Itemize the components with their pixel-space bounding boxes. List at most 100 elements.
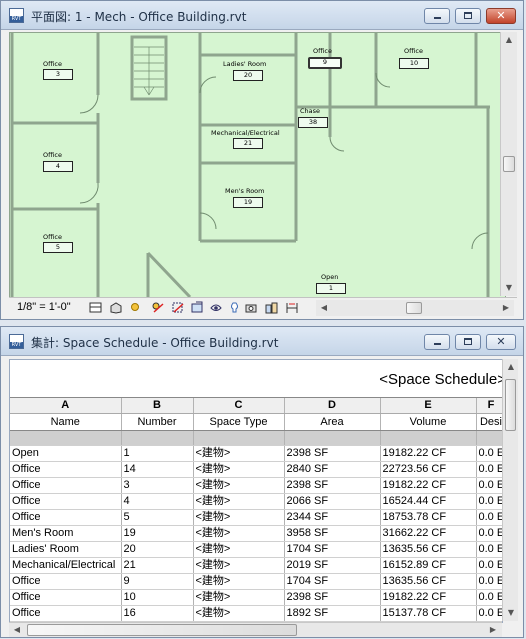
schedule-title-cell[interactable]: <Space Schedule>: [10, 360, 502, 398]
scroll-down-icon[interactable]: ▼: [503, 605, 519, 621]
column-letter[interactable]: C: [193, 398, 285, 414]
cell-space-type[interactable]: <建物>: [193, 525, 285, 542]
maximize-button[interactable]: [455, 334, 481, 350]
table-row[interactable]: Ladies' Room 20 <建物> 1704 SF 13635.56 CF 0.0 …: [10, 541, 502, 558]
scroll-up-icon[interactable]: ▲: [501, 32, 517, 48]
cell-name[interactable]: Office: [10, 461, 122, 478]
cell-volume[interactable]: 13635.56 CF: [380, 541, 477, 558]
cell-volume[interactable]: 16524.44 CF: [380, 493, 477, 510]
room-number-tag[interactable]: 4: [43, 161, 73, 172]
cell-space-type[interactable]: <建物>: [193, 477, 285, 494]
cell-space-type[interactable]: <建物>: [193, 557, 285, 574]
cell-volume[interactable]: 19182.22 CF: [380, 477, 477, 494]
scroll-thumb[interactable]: [406, 302, 422, 314]
reveal-hidden-icon[interactable]: [245, 301, 258, 314]
column-letter[interactable]: E: [380, 398, 477, 414]
cell-number[interactable]: 20: [121, 541, 194, 558]
cell-volume[interactable]: 18753.78 CF: [380, 509, 477, 526]
cell-name[interactable]: Open: [10, 445, 122, 462]
cell-number[interactable]: 9: [121, 573, 194, 590]
room-number-tag[interactable]: 3: [43, 69, 73, 80]
plan-horizontal-scrollbar[interactable]: ◀ ▶: [316, 300, 514, 316]
table-row[interactable]: Office 10 <建物> 2398 SF 19182.22 CF 0.0 E: [10, 589, 502, 606]
room-number-tag-selected[interactable]: 9: [308, 57, 342, 69]
floor-plan-canvas[interactable]: Office 3 Office 4 Office 5 Ladies' Room …: [9, 32, 506, 298]
room-number-tag[interactable]: 21: [233, 138, 263, 149]
crop-view-icon[interactable]: [171, 301, 184, 314]
column-header-area[interactable]: Area: [284, 413, 381, 431]
cell-design[interactable]: 0.0 E: [476, 493, 502, 510]
cell-area[interactable]: 2398 SF: [284, 445, 381, 462]
plan-vertical-scrollbar[interactable]: ▲ ▼: [500, 32, 517, 296]
cell-area[interactable]: 1704 SF: [284, 541, 381, 558]
table-row[interactable]: Mechanical/Electrical 21 <建物> 2019 SF 16152.…: [10, 557, 502, 574]
cell-volume[interactable]: 22723.56 CF: [380, 461, 477, 478]
cell-number[interactable]: 3: [121, 477, 194, 494]
worksharing-icon[interactable]: [265, 301, 278, 314]
show-crop-icon[interactable]: [191, 301, 204, 314]
table-row[interactable]: Office 9 <建物> 1704 SF 13635.56 CF 0.0 E: [10, 573, 502, 590]
cell-area[interactable]: 2344 SF: [284, 509, 381, 526]
cell-area[interactable]: 2019 SF: [284, 557, 381, 574]
table-row[interactable]: Office 16 <建物> 1892 SF 15137.78 CF 0.0 E: [10, 605, 502, 622]
cell-area[interactable]: 2398 SF: [284, 589, 381, 606]
cell-volume[interactable]: 19182.22 CF: [380, 445, 477, 462]
room-number-tag[interactable]: 19: [233, 197, 263, 208]
cell-design[interactable]: 0.0 E: [476, 461, 502, 478]
cell-name[interactable]: Office: [10, 605, 122, 622]
minimize-button[interactable]: [424, 334, 450, 350]
cell-design[interactable]: 0.0 E: [476, 605, 502, 622]
cell-volume[interactable]: 19182.22 CF: [380, 589, 477, 606]
cell-number[interactable]: 16: [121, 605, 194, 622]
cell-area[interactable]: 2840 SF: [284, 461, 381, 478]
cell-number[interactable]: 14: [121, 461, 194, 478]
column-header-design[interactable]: Desi: [476, 413, 502, 431]
cell-space-type[interactable]: <建物>: [193, 445, 285, 462]
room-number-tag[interactable]: 38: [298, 117, 328, 128]
scroll-up-icon[interactable]: ▲: [503, 359, 519, 375]
cell-number[interactable]: 19: [121, 525, 194, 542]
sun-path-icon[interactable]: [129, 301, 142, 314]
scroll-thumb[interactable]: [503, 156, 515, 172]
cell-design[interactable]: 0.0 E: [476, 557, 502, 574]
cell-volume[interactable]: 15137.78 CF: [380, 605, 477, 622]
cell-space-type[interactable]: <建物>: [193, 589, 285, 606]
minimize-button[interactable]: [424, 8, 450, 24]
column-letter[interactable]: B: [121, 398, 194, 414]
cell-design[interactable]: 0.0 E: [476, 541, 502, 558]
cell-design[interactable]: 0.0 E: [476, 573, 502, 590]
schedule-horizontal-scrollbar[interactable]: ◀ ▶: [9, 622, 502, 637]
visual-style-icon[interactable]: [109, 301, 122, 314]
cell-volume[interactable]: 16152.89 CF: [380, 557, 477, 574]
column-letter[interactable]: F: [476, 398, 502, 414]
cell-name[interactable]: Office: [10, 509, 122, 526]
scroll-left-icon[interactable]: ◀: [9, 622, 25, 638]
column-header-number[interactable]: Number: [121, 413, 194, 431]
scroll-thumb[interactable]: [27, 624, 297, 636]
room-number-tag[interactable]: 10: [399, 58, 429, 69]
scroll-thumb[interactable]: [505, 379, 516, 431]
cell-number[interactable]: 5: [121, 509, 194, 526]
table-row[interactable]: Men's Room 19 <建物> 3958 SF 31662.22 CF 0.0 E: [10, 525, 502, 542]
cell-space-type[interactable]: <建物>: [193, 541, 285, 558]
scroll-left-icon[interactable]: ◀: [316, 300, 332, 316]
cell-area[interactable]: 2066 SF: [284, 493, 381, 510]
cell-name[interactable]: Office: [10, 589, 122, 606]
room-number-tag[interactable]: 5: [43, 242, 73, 253]
scroll-down-icon[interactable]: ▼: [501, 280, 517, 296]
cell-space-type[interactable]: <建物>: [193, 461, 285, 478]
cell-design[interactable]: 0.0 E: [476, 589, 502, 606]
column-letter[interactable]: D: [284, 398, 381, 414]
column-header-space-type[interactable]: Space Type: [193, 413, 285, 431]
table-row[interactable]: Office 4 <建物> 2066 SF 16524.44 CF 0.0 E: [10, 493, 502, 510]
cell-space-type[interactable]: <建物>: [193, 573, 285, 590]
plan-view-title-bar[interactable]: 平面図: 1 - Mech - Office Building.rvt ✕: [1, 1, 523, 30]
cell-space-type[interactable]: <建物>: [193, 605, 285, 622]
cell-volume[interactable]: 13635.56 CF: [380, 573, 477, 590]
cell-number[interactable]: 21: [121, 557, 194, 574]
room-number-tag[interactable]: 20: [233, 70, 263, 81]
cell-name[interactable]: Ladies' Room: [10, 541, 122, 558]
view-scale[interactable]: 1/8" = 1'-0": [17, 301, 71, 313]
cell-area[interactable]: 3958 SF: [284, 525, 381, 542]
unlock-3d-icon[interactable]: [209, 301, 222, 314]
